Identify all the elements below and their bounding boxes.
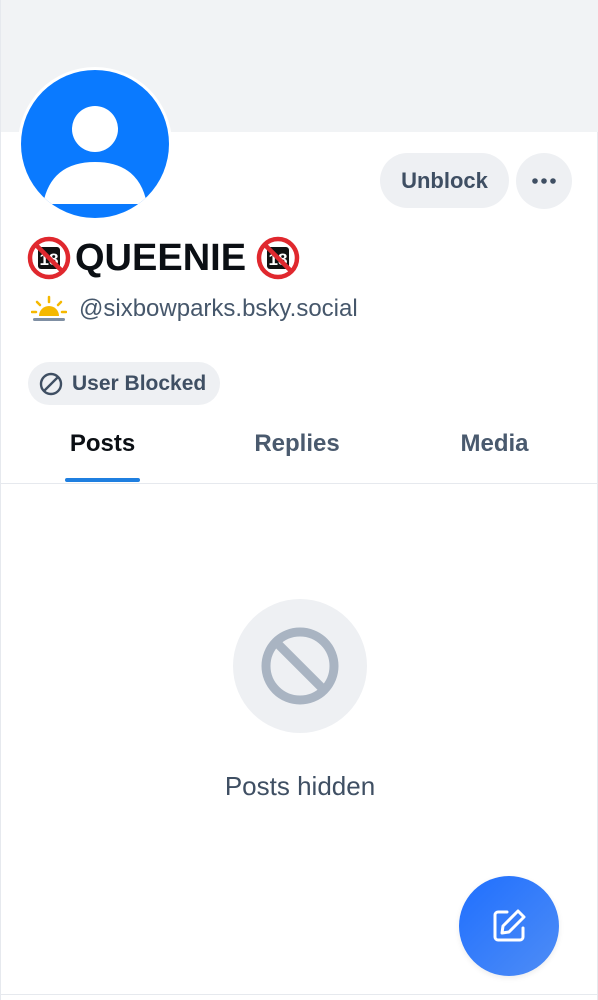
sun-behind-cloud-icon xyxy=(31,295,67,321)
compose-icon xyxy=(493,909,526,942)
tab-posts[interactable]: Posts xyxy=(1,405,204,483)
tab-media-label: Media xyxy=(460,430,529,457)
user-blocked-badge: User Blocked xyxy=(28,362,221,405)
handle-text: @sixbowparks.bsky.social xyxy=(79,295,358,322)
handle-row: @sixbowparks.bsky.social xyxy=(31,291,358,327)
tab-replies-label: Replies xyxy=(254,430,340,457)
block-icon xyxy=(261,627,339,705)
tabs-divider xyxy=(1,483,598,484)
profile-tabs: Posts Replies Media xyxy=(1,405,598,483)
posts-hidden-message: Posts hidden xyxy=(224,771,376,801)
active-tab-indicator xyxy=(65,478,140,482)
unblock-button-label: Unblock xyxy=(401,167,488,193)
default-avatar-icon xyxy=(21,70,169,218)
display-name-text: QUEENIE xyxy=(75,236,247,279)
block-icon xyxy=(39,372,63,395)
unblock-button[interactable]: Unblock xyxy=(380,153,509,208)
ellipsis-icon xyxy=(532,178,556,184)
no-under-18-icon: 18 xyxy=(256,236,300,280)
compose-post-button[interactable] xyxy=(459,876,559,976)
user-blocked-label: User Blocked xyxy=(72,371,207,395)
tab-replies[interactable]: Replies xyxy=(204,405,390,483)
avatar[interactable] xyxy=(18,67,172,221)
no-under-18-icon: 18 xyxy=(27,236,71,280)
display-name: 18 QUEENIE 18 xyxy=(27,230,300,286)
profile-screen: Unblock 18 QUEENIE 18 xyxy=(0,0,598,1000)
posts-hidden-icon xyxy=(233,599,367,733)
bottom-divider xyxy=(1,994,598,995)
tab-posts-label: Posts xyxy=(69,430,136,457)
more-options-button[interactable] xyxy=(516,153,572,209)
tab-media[interactable]: Media xyxy=(390,405,598,483)
